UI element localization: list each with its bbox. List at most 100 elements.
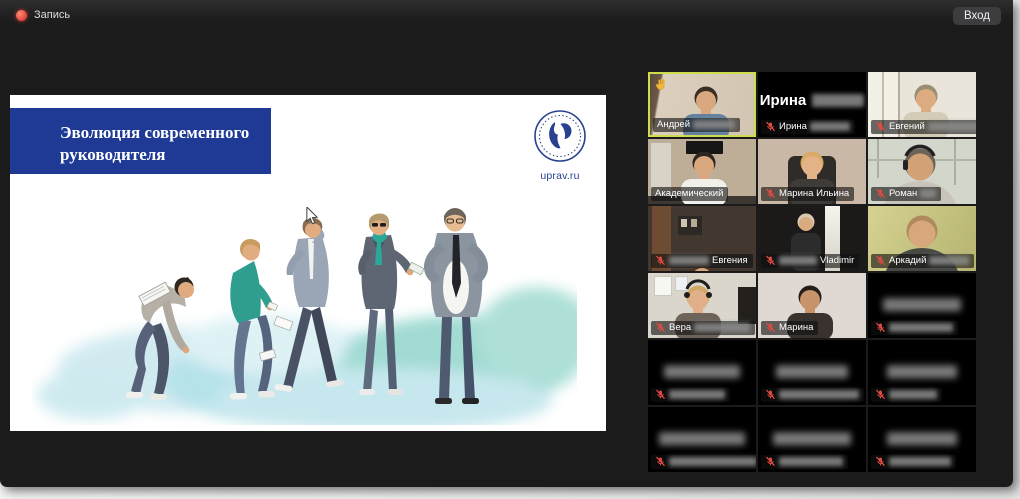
desktop: Запись Вход Эволюция современного руково…: [0, 0, 1020, 499]
participant-name-label: Евгения: [651, 254, 753, 268]
participant-tile[interactable]: [868, 273, 976, 338]
participant-name-text: Роман: [889, 188, 917, 199]
mic-muted-icon: [765, 389, 776, 400]
mic-muted-icon: [765, 188, 776, 199]
mic-muted-icon: [765, 121, 776, 132]
recording-indicator: Запись: [16, 9, 70, 21]
participant-name-label: [651, 388, 730, 402]
participant-name-label: Вера: [651, 321, 755, 335]
participant-tile[interactable]: [648, 407, 756, 472]
redacted-name: [773, 432, 851, 445]
participant-tile[interactable]: [868, 407, 976, 472]
redacted-name: [659, 432, 745, 445]
redacted-name: [776, 365, 848, 378]
mic-muted-icon: [875, 322, 886, 333]
redacted-label-text: [889, 390, 937, 399]
participant-tile[interactable]: [868, 340, 976, 405]
redacted-label-text: [779, 256, 817, 265]
participant-name-text: Евгения: [712, 255, 748, 266]
participant-name-label: Андрей: [653, 118, 740, 132]
participant-tile[interactable]: Вера: [648, 273, 756, 338]
mic-muted-icon: [875, 188, 886, 199]
redacted-label-text: [889, 457, 951, 466]
participant-tile[interactable]: Ирина Ирина: [758, 72, 866, 137]
participant-center-name-text: Ирина: [760, 92, 807, 109]
mic-muted-icon: [655, 389, 666, 400]
redacted-label-text: [920, 189, 936, 198]
shared-slide: Эволюция современного руководителя uprav…: [10, 95, 606, 431]
redacted-name: [887, 365, 957, 378]
redacted-label-text: [928, 122, 976, 131]
raised-hand-icon: [654, 77, 668, 97]
mic-muted-icon: [655, 456, 666, 467]
participant-name-label: [871, 321, 958, 335]
rsu-logo: uprav.ru: [530, 109, 590, 182]
participant-tile[interactable]: [648, 340, 756, 405]
mic-muted-icon: [875, 389, 886, 400]
participant-tile[interactable]: [758, 340, 866, 405]
redacted-label-text: [693, 120, 735, 129]
participant-tile[interactable]: Евгения: [648, 206, 756, 271]
participant-name-label: [761, 455, 848, 469]
redacted-label-text: [889, 323, 953, 332]
participant-name-text: Марина Ильина: [779, 188, 849, 199]
participant-name-text: Вера: [669, 322, 691, 333]
recording-label: Запись: [34, 9, 70, 21]
login-button[interactable]: Вход: [953, 7, 1001, 25]
slide-title-banner: Эволюция современного руководителя: [10, 108, 271, 174]
mic-muted-icon: [875, 456, 886, 467]
participant-tile[interactable]: Академический: [648, 139, 756, 204]
redacted-name: [812, 94, 864, 107]
mic-muted-icon: [655, 322, 666, 333]
participant-tile[interactable]: Евгений: [868, 72, 976, 137]
participant-name-label: [651, 455, 756, 469]
participant-name-text: Евгений: [889, 121, 925, 132]
top-bar: Запись Вход: [0, 0, 1013, 32]
redacted-label-text: [669, 256, 709, 265]
participant-name-label: Академический: [651, 187, 728, 201]
mic-muted-icon: [875, 255, 886, 266]
participant-name-label: [871, 455, 956, 469]
participant-name-label: [761, 388, 864, 402]
redacted-label-text: [669, 457, 756, 466]
redacted-label-text: [779, 390, 859, 399]
redacted-name: [887, 432, 957, 445]
redacted-label-text: [694, 323, 750, 332]
participant-name-label: Марина: [761, 321, 818, 335]
recording-icon: [16, 10, 27, 21]
participant-tile[interactable]: [758, 407, 866, 472]
participant-name-label: Аркадий: [871, 254, 974, 268]
redacted-name: [883, 298, 961, 311]
participant-name-label: Vladimir: [761, 254, 859, 268]
participant-name-label: Роман: [871, 187, 941, 201]
conference-window: Запись Вход Эволюция современного руково…: [0, 0, 1013, 487]
participant-tile[interactable]: Андрей: [648, 72, 756, 137]
mic-muted-icon: [875, 121, 886, 132]
redacted-label-text: [669, 390, 725, 399]
participant-name-text: Андрей: [657, 119, 690, 130]
slide-title-line2: руководителя: [60, 144, 271, 166]
participant-tile[interactable]: Роман: [868, 139, 976, 204]
mouse-cursor-icon: [305, 207, 319, 230]
participant-name-label: Марина Ильина: [761, 187, 854, 201]
participant-name-text: Ирина: [779, 121, 807, 132]
participant-grid: Андрей Ирина Ирина Евгений Академический Мари…: [648, 72, 976, 472]
participant-name-text: Академический: [655, 188, 723, 199]
redacted-label-text: [810, 122, 850, 131]
mic-muted-icon: [765, 456, 776, 467]
slide-title-line1: Эволюция современного: [60, 122, 271, 144]
participant-tile[interactable]: Аркадий: [868, 206, 976, 271]
participant-name-label: Ирина: [761, 120, 855, 134]
participant-tile[interactable]: Vladimir: [758, 206, 866, 271]
participant-name-label: Евгений: [871, 120, 976, 134]
redacted-name: [664, 365, 740, 378]
participant-tile[interactable]: Марина: [758, 273, 866, 338]
mic-muted-icon: [655, 255, 666, 266]
participant-name-text: Vladimir: [820, 255, 854, 266]
redacted-label-text: [929, 256, 969, 265]
mic-muted-icon: [765, 255, 776, 266]
participant-tile[interactable]: Марина Ильина: [758, 139, 866, 204]
logo-url: uprav.ru: [530, 170, 590, 182]
redacted-label-text: [779, 457, 843, 466]
participant-name-text: Аркадий: [889, 255, 926, 266]
